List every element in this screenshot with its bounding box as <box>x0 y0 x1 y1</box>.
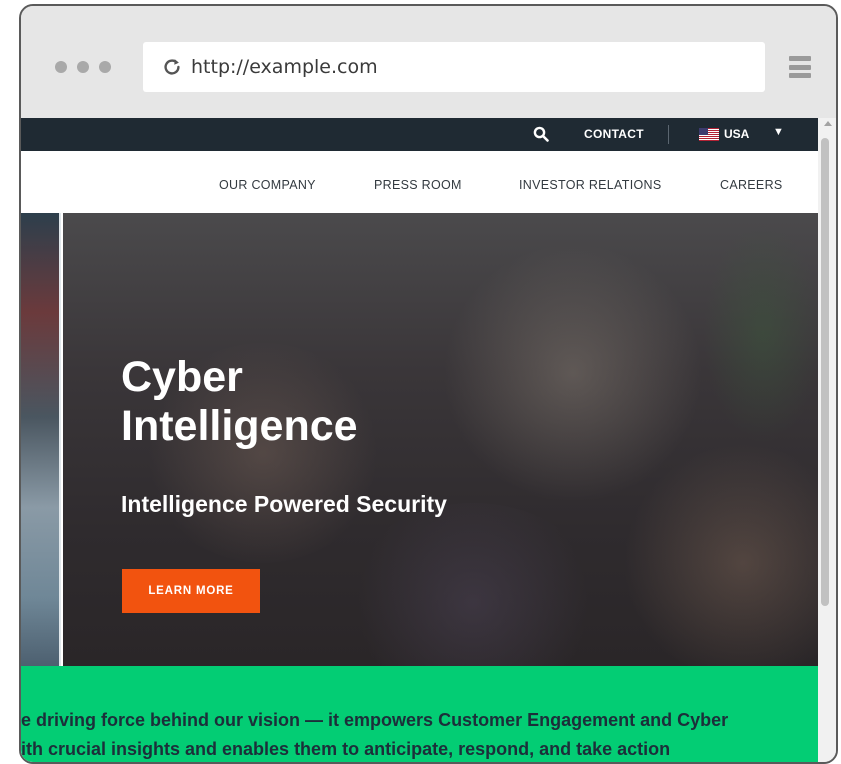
hero-subtitle: Intelligence Powered Security <box>121 491 447 517</box>
window-dot-icon[interactable] <box>77 61 89 73</box>
scroll-up-arrow-icon[interactable] <box>824 121 832 126</box>
country-selector[interactable]: USA <box>724 127 749 141</box>
url-text[interactable]: http://example.com <box>191 56 378 78</box>
us-flag-icon[interactable] <box>699 128 719 141</box>
utility-bar: CONTACT USA ▼ <box>21 118 818 151</box>
mission-text-line2: ith crucial insights and enables them to… <box>21 739 671 759</box>
main-navigation: OUR COMPANY PRESS ROOM INVESTOR RELATION… <box>21 151 818 213</box>
previous-slide-peek[interactable] <box>21 213 61 666</box>
page-viewport: CONTACT USA ▼ OUR COMPANY PRESS ROOM INV… <box>21 118 818 762</box>
mission-band: e driving force behind our vision — it e… <box>21 666 818 762</box>
nav-careers[interactable]: CAREERS <box>720 178 783 192</box>
hero-title-line1: Cyber <box>121 353 243 401</box>
hero-title: Cyber Intelligence <box>121 353 358 451</box>
contact-link[interactable]: CONTACT <box>584 127 644 141</box>
nav-press-room[interactable]: PRESS ROOM <box>374 178 462 192</box>
mission-text-line1: e driving force behind our vision — it e… <box>21 710 729 730</box>
window-dot-icon[interactable] <box>55 61 67 73</box>
window-controls <box>55 61 111 73</box>
hero-section: Cyber Intelligence Intelligence Powered … <box>21 213 818 666</box>
browser-window: http://example.com CONTACT USA ▼ OUR COM… <box>19 4 838 764</box>
search-icon[interactable] <box>533 126 549 142</box>
hero-title-line2: Intelligence <box>121 402 358 450</box>
reload-icon[interactable] <box>161 56 183 78</box>
nav-investor-relations[interactable]: INVESTOR RELATIONS <box>519 178 661 192</box>
address-bar[interactable]: http://example.com <box>143 42 765 92</box>
browser-chrome: http://example.com <box>21 6 836 118</box>
learn-more-button[interactable]: LEARN MORE <box>122 569 260 613</box>
scrollbar-thumb[interactable] <box>821 138 829 606</box>
window-dot-icon[interactable] <box>99 61 111 73</box>
vertical-scrollbar[interactable] <box>818 118 836 762</box>
divider <box>668 125 669 144</box>
nav-our-company[interactable]: OUR COMPANY <box>219 178 316 192</box>
dropdown-caret-icon[interactable]: ▼ <box>773 126 784 138</box>
hamburger-menu-icon[interactable] <box>789 56 811 78</box>
